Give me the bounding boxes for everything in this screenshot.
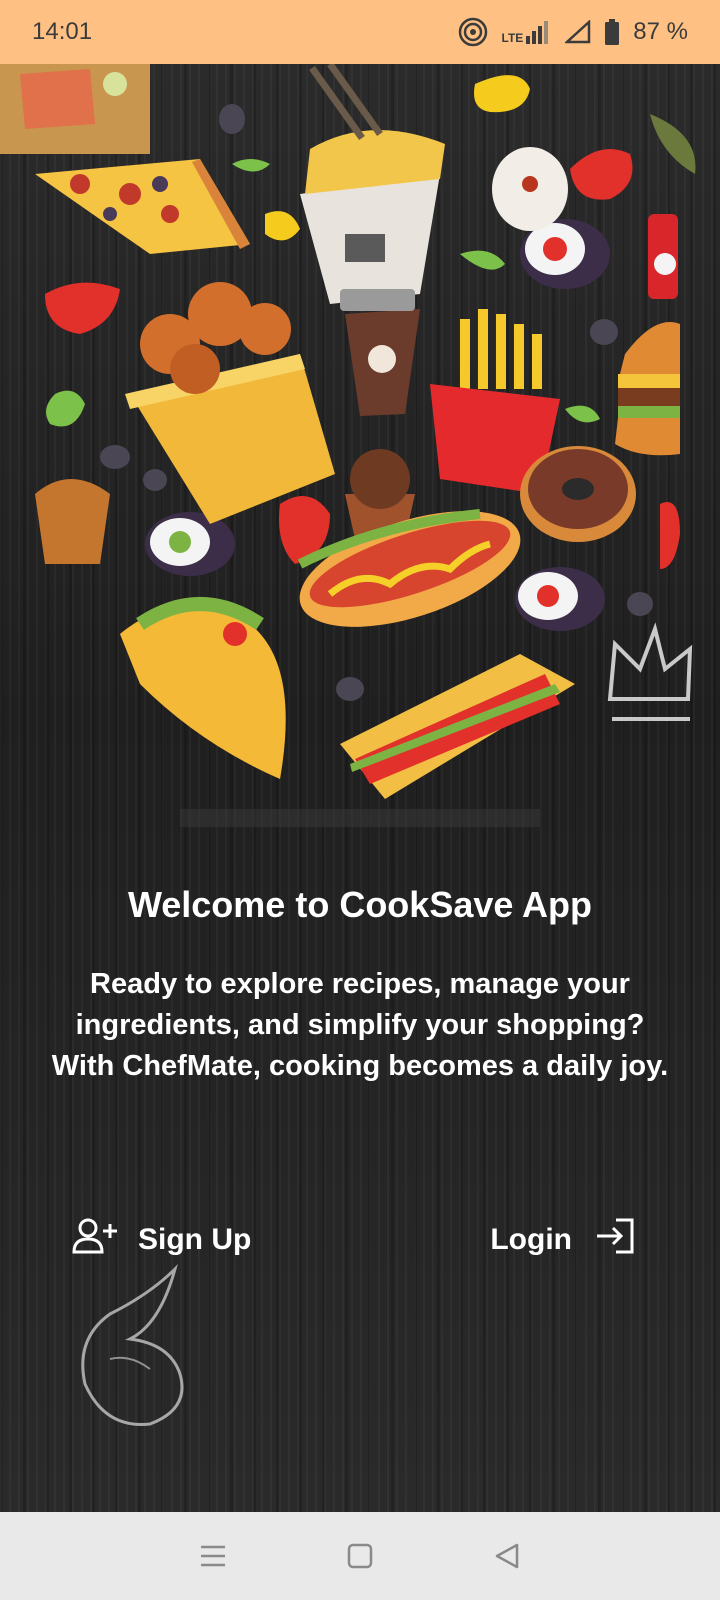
home-button[interactable] [330,1526,390,1586]
lemon-icon [474,75,530,113]
wifi-signal-icon [565,20,591,44]
home-icon [347,1543,373,1569]
back-icon [495,1543,518,1569]
sandwich-icon [340,654,575,799]
system-nav-bar [0,1512,720,1600]
lte-label: LTE [501,31,524,45]
back-button[interactable] [477,1526,537,1586]
salmon-board-icon [0,64,150,154]
login-button[interactable]: Login [490,1210,636,1270]
sign-up-button[interactable]: Sign Up [72,1210,251,1270]
hotspot-icon [458,17,488,47]
status-bar: 14:01 LTE 87 % [0,0,720,64]
status-time: 14:01 [32,18,93,45]
coffee-cup-icon [340,289,420,416]
cheese-icon [265,211,300,241]
menu-button[interactable] [183,1526,243,1586]
soda-can-icon [648,214,678,299]
donut-icon [520,446,636,542]
welcome-title: Welcome to CookSave App [127,884,593,925]
menu-icon [201,1545,226,1567]
welcome-screen: Welcome to CookSave App Ready to explore… [0,64,720,1512]
battery-icon [605,19,620,45]
login-arrow-icon [594,1217,636,1263]
plate-icon [492,147,568,231]
pizza-slice-icon [35,159,250,254]
taco-icon [120,597,286,779]
noodle-box-icon [300,64,445,304]
welcome-description: Ready to explore recipes, manage your in… [51,968,669,1082]
battery-level: 87 % [633,18,688,45]
login-label: Login [490,1223,572,1256]
add-user-icon [72,1218,118,1262]
food-illustration [0,64,696,827]
status-icons: LTE 87 % [458,17,688,47]
bay-leaf-icon [650,114,696,174]
crown-doodle-icon [607,622,693,721]
burger-icon [615,322,680,456]
chalk-fish-doodle-icon [81,1264,184,1426]
lte-signal-icon: LTE [502,20,552,44]
sign-up-label: Sign Up [138,1223,252,1256]
